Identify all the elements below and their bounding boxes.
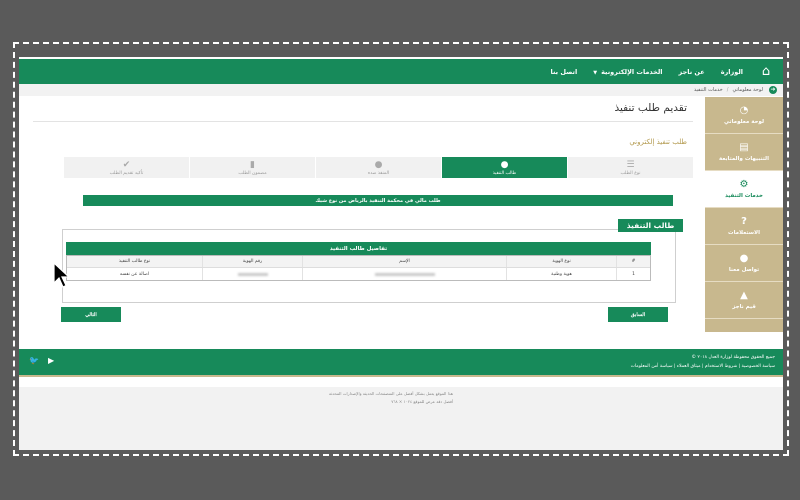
nav-item-eservices-label: الخدمات الإلكترونية bbox=[601, 67, 663, 76]
document-icon: ▤ bbox=[739, 142, 749, 153]
section-tab-requester: طالب التنفيذ bbox=[618, 219, 683, 232]
user-icon: ● bbox=[500, 159, 509, 170]
step-request-type[interactable]: ☰ نوع الطلب bbox=[567, 157, 693, 178]
step-confirm[interactable]: ✔ تأكيد تقديم الطلب bbox=[63, 157, 189, 178]
sidebar-item-label: قيم ناجز bbox=[732, 304, 756, 310]
cell-number: 1 bbox=[616, 268, 650, 280]
table-row[interactable]: 1 هوية وطنية اصالة عن نفسه bbox=[67, 267, 650, 280]
main-content: تقديم طلب تنفيذ طلب تنفيذ إلكتروني ☰ نوع… bbox=[33, 97, 693, 333]
top-navigation: ⌂ الوزارة عن ناجز الخدمات الإلكترونية▼ ا… bbox=[19, 59, 783, 84]
sidebar-item-label: الاستعلامات bbox=[728, 230, 760, 236]
breadcrumb-separator: / bbox=[726, 87, 729, 93]
cell-name-redacted bbox=[302, 268, 506, 280]
step-respondent[interactable]: ● المنفذ ضده bbox=[315, 157, 441, 178]
sidebar: ◔ لوحة معلوماتي ▤ التنبيهات والمتابعة ⚙ … bbox=[705, 97, 783, 332]
cell-request-type: اصالة عن نفسه bbox=[119, 271, 150, 277]
browser-note: هذا الموقع يعمل بشكل أفضل على المتصفحات … bbox=[328, 391, 453, 396]
step-label: المنفذ ضده bbox=[367, 170, 390, 176]
nav-item-eservices[interactable]: الخدمات الإلكترونية▼ bbox=[593, 68, 662, 76]
list-icon: ☰ bbox=[626, 159, 635, 170]
nav-item-contact[interactable]: اتصل بنا bbox=[551, 68, 578, 76]
sidebar-item-label: تواصل معنا bbox=[728, 267, 760, 273]
nav-item-ministry[interactable]: الوزارة bbox=[721, 68, 743, 76]
cell-id-type: هوية وطنية bbox=[506, 268, 616, 280]
sidebar-item-contact[interactable]: ● تواصل معنا bbox=[705, 245, 783, 282]
previous-button[interactable]: السابق bbox=[608, 307, 668, 322]
file-icon: ▮ bbox=[250, 159, 255, 170]
resolution-note: أفضل دقة عرض للموقع ١٠٢٤ × ٧٦٨ bbox=[391, 399, 453, 404]
requester-section: تفاصيل طالب التنفيذ # نوع الهوية الإسم ر… bbox=[62, 229, 676, 303]
column-header: # bbox=[616, 256, 650, 267]
page-title: تقديم طلب تنفيذ bbox=[614, 102, 687, 114]
breadcrumb-item-execution-services: خدمات التنفيذ bbox=[693, 87, 723, 93]
breadcrumb: ➜ لوحة معلوماتي / خدمات التنفيذ bbox=[19, 84, 783, 96]
page-subtitle: طلب تنفيذ إلكتروني bbox=[629, 138, 687, 146]
lower-footer: هذا الموقع يعمل بشكل أفضل على المتصفحات … bbox=[19, 387, 783, 450]
mouse-cursor-icon bbox=[53, 262, 71, 288]
table-header-row: # نوع الهوية الإسم رقم الهوية نوع طالب ا… bbox=[67, 256, 650, 267]
cell-id-number-redacted bbox=[202, 268, 302, 280]
column-header: نوع طالب التنفيذ bbox=[118, 259, 151, 264]
step-request-content[interactable]: ▮ مضمون الطلب bbox=[189, 157, 315, 178]
question-icon: ? bbox=[741, 216, 747, 227]
back-arrow-icon[interactable]: ➜ bbox=[769, 86, 777, 94]
step-label: نوع الطلب bbox=[620, 170, 641, 176]
dashboard-icon: ◔ bbox=[739, 105, 749, 116]
home-icon[interactable]: ⌂ bbox=[757, 64, 775, 79]
sidebar-item-label: التنبيهات والمتابعة bbox=[719, 156, 769, 162]
chat-icon: ● bbox=[739, 253, 749, 264]
step-label: طالب التنفيذ bbox=[492, 170, 517, 176]
step-requester[interactable]: ● طالب التنفيذ bbox=[441, 157, 567, 178]
column-header: نوع الهوية bbox=[506, 256, 616, 267]
redacted-text bbox=[374, 272, 435, 276]
social-links: 🐦 ▶ bbox=[29, 356, 54, 365]
next-button[interactable]: التالي bbox=[61, 307, 121, 322]
chevron-down-icon: ▼ bbox=[593, 69, 598, 76]
user-icon: ● bbox=[374, 159, 383, 170]
sidebar-item-label: خدمات التنفيذ bbox=[725, 193, 763, 199]
sidebar-item-notifications[interactable]: ▤ التنبيهات والمتابعة bbox=[705, 134, 783, 171]
sidebar-item-dashboard[interactable]: ◔ لوحة معلوماتي bbox=[705, 97, 783, 134]
footer: جميع الحقوق محفوظة لوزارة العدل ٢٠١٨ © س… bbox=[19, 349, 783, 377]
title-divider bbox=[33, 121, 693, 122]
step-label: مضمون الطلب bbox=[238, 170, 267, 176]
wizard-stepper: ☰ نوع الطلب ● طالب التنفيذ ● المنفذ ضده … bbox=[63, 157, 693, 178]
copyright-text: جميع الحقوق محفوظة لوزارة العدل ٢٠١٨ © bbox=[691, 355, 775, 360]
column-header: الإسم bbox=[302, 256, 506, 267]
details-header: تفاصيل طالب التنفيذ bbox=[66, 242, 651, 255]
column-header: رقم الهوية bbox=[202, 256, 302, 267]
requester-table: # نوع الهوية الإسم رقم الهوية نوع طالب ا… bbox=[66, 255, 651, 281]
sidebar-item-label: لوحة معلوماتي bbox=[723, 119, 765, 125]
sidebar-item-rate[interactable]: ▲ قيم ناجز bbox=[705, 282, 783, 319]
sidebar-item-execution-services[interactable]: ⚙ خدمات التنفيذ bbox=[705, 171, 783, 208]
thumbs-up-icon: ▲ bbox=[740, 290, 748, 301]
request-info-banner: طلب مالي في محكمة التنفيذ بالرياض من نوع… bbox=[83, 195, 673, 206]
browser-viewport: ⌂ الوزارة عن ناجز الخدمات الإلكترونية▼ ا… bbox=[19, 57, 783, 450]
nav-item-about[interactable]: عن ناجز bbox=[679, 68, 705, 76]
check-icon: ✔ bbox=[122, 159, 131, 170]
youtube-icon[interactable]: ▶ bbox=[48, 356, 54, 365]
twitter-icon[interactable]: 🐦 bbox=[29, 356, 39, 365]
breadcrumb-item-dashboard[interactable]: لوحة معلوماتي bbox=[732, 87, 763, 93]
sidebar-item-inquiries[interactable]: ? الاستعلامات bbox=[705, 208, 783, 245]
step-label: تأكيد تقديم الطلب bbox=[109, 170, 144, 176]
redacted-text bbox=[237, 272, 268, 276]
gears-icon: ⚙ bbox=[739, 179, 749, 190]
footer-links[interactable]: سياسة الخصوصية | شروط الاستخدام | ميثاق … bbox=[631, 364, 775, 369]
